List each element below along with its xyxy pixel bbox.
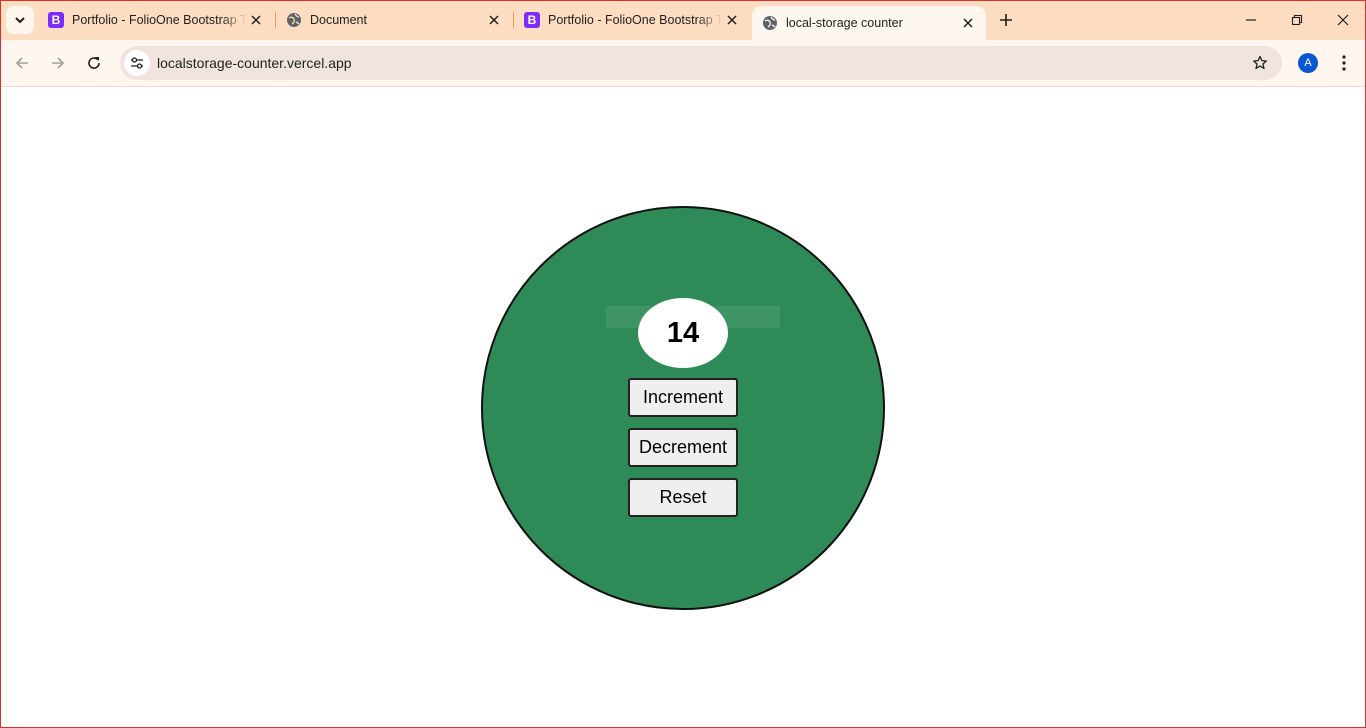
address-bar[interactable]: localstorage-counter.vercel.app bbox=[120, 46, 1282, 80]
tab-title: Portfolio - FolioOne Bootstrap Template bbox=[72, 13, 246, 27]
bootstrap-icon: B bbox=[48, 12, 64, 28]
minimize-icon bbox=[1246, 19, 1256, 21]
bookmark-button[interactable] bbox=[1250, 53, 1270, 73]
reload-button[interactable] bbox=[78, 47, 110, 79]
close-icon[interactable] bbox=[484, 10, 504, 30]
restore-button[interactable] bbox=[1274, 0, 1320, 40]
close-window-button[interactable] bbox=[1320, 0, 1366, 40]
bootstrap-icon: B bbox=[524, 12, 540, 28]
arrow-left-icon bbox=[15, 57, 28, 69]
star-icon bbox=[1253, 55, 1267, 70]
restore-icon bbox=[1291, 14, 1303, 26]
globe-icon bbox=[286, 12, 302, 28]
close-icon[interactable] bbox=[246, 10, 266, 30]
more-vertical-icon bbox=[1342, 55, 1346, 71]
tab-search-button[interactable] bbox=[6, 6, 34, 34]
tab-local-storage-counter[interactable]: local-storage counter bbox=[752, 6, 986, 40]
tab-portfolio-1[interactable]: B Portfolio - FolioOne Bootstrap Templat… bbox=[36, 0, 274, 40]
tab-document[interactable]: Document bbox=[274, 0, 512, 40]
arrow-right-icon bbox=[52, 57, 65, 69]
url-text: localstorage-counter.vercel.app bbox=[157, 55, 352, 71]
reset-button[interactable]: Reset bbox=[628, 478, 738, 517]
page-content: 14 Increment Decrement Reset bbox=[0, 87, 1366, 728]
tab-title: Portfolio - FolioOne Bootstrap Template bbox=[548, 13, 722, 27]
close-icon bbox=[1337, 14, 1349, 26]
tab-strip: B Portfolio - FolioOne Bootstrap Templat… bbox=[0, 0, 1366, 40]
tune-icon bbox=[131, 57, 143, 69]
plus-icon bbox=[1000, 14, 1012, 26]
close-icon[interactable] bbox=[958, 13, 978, 33]
chevron-down-icon bbox=[15, 17, 25, 24]
close-icon[interactable] bbox=[722, 10, 742, 30]
tab-title: local-storage counter bbox=[786, 16, 903, 30]
forward-button[interactable] bbox=[42, 47, 74, 79]
browser-menu-button[interactable] bbox=[1332, 49, 1356, 77]
reload-icon bbox=[88, 57, 100, 69]
tab-portfolio-2[interactable]: B Portfolio - FolioOne Bootstrap Templat… bbox=[512, 0, 750, 40]
profile-avatar[interactable]: A bbox=[1298, 53, 1318, 73]
site-info-button[interactable] bbox=[124, 50, 150, 76]
tab-title: Document bbox=[310, 13, 367, 27]
globe-icon bbox=[762, 15, 778, 31]
decrement-button[interactable]: Decrement bbox=[628, 428, 738, 467]
counter-value: 14 bbox=[638, 298, 728, 368]
back-button[interactable] bbox=[6, 47, 38, 79]
new-tab-button[interactable] bbox=[992, 8, 1020, 32]
minimize-button[interactable] bbox=[1228, 0, 1274, 40]
browser-toolbar: localstorage-counter.vercel.app A bbox=[0, 40, 1366, 87]
increment-button[interactable]: Increment bbox=[628, 378, 738, 417]
